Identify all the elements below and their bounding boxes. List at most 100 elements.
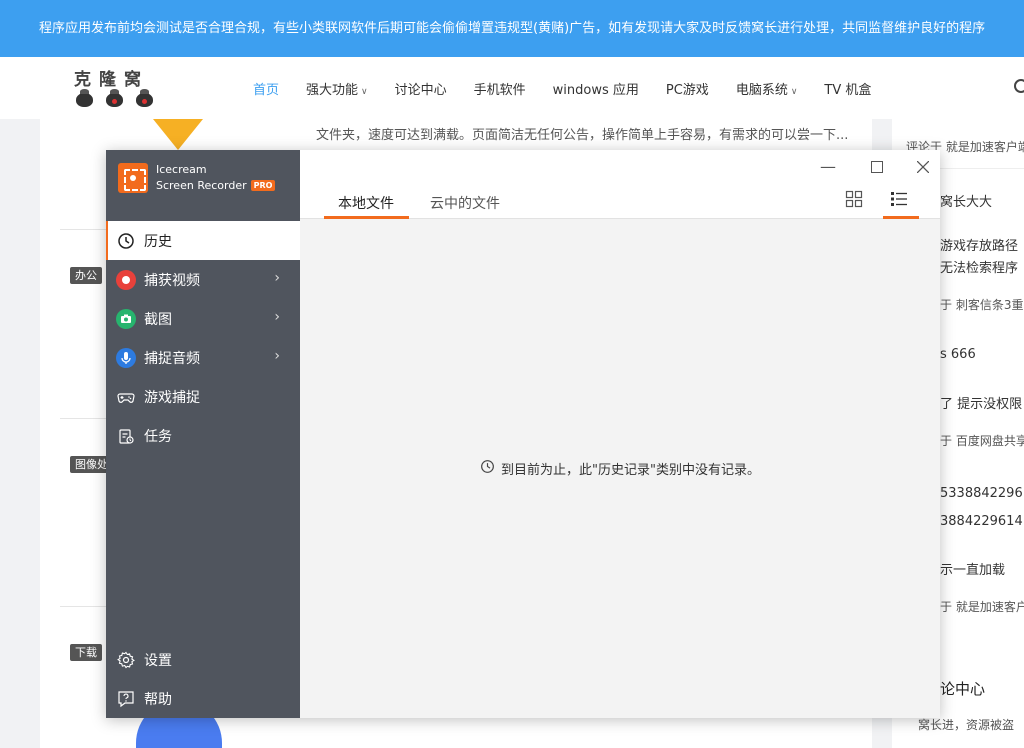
site-notice-text: 程序应用发布前均会测试是否合理合规，有些小类联网软件后期可能会偷偷增置违规型(黄… <box>39 21 986 36</box>
nav-label: 讨论中心 <box>394 82 447 98</box>
nav-item-windows[interactable]: windows 应用 <box>553 79 639 98</box>
nav-label: 电脑系统 <box>735 82 788 98</box>
maximize-button[interactable] <box>866 156 888 178</box>
app-menu-bottom: 设置 帮助 <box>106 640 300 718</box>
task-icon <box>116 426 136 446</box>
divider <box>60 229 106 230</box>
menu-item-help[interactable]: 帮助 <box>106 679 300 718</box>
logo-bugs-icon <box>74 89 164 107</box>
chevron-right-icon: › <box>274 270 280 286</box>
comment-item[interactable]: 游戏存放路径 <box>940 235 1024 254</box>
comment-item[interactable]: 示一直加载 <box>940 559 1024 578</box>
gamepad-icon <box>116 387 136 407</box>
menu-label: 捕获视频 <box>144 272 200 289</box>
comment-item[interactable]: 3884229614... <box>940 514 1024 529</box>
close-button[interactable] <box>912 156 934 178</box>
menu-item-game-capture[interactable]: 游戏捕捉 <box>106 377 300 416</box>
nav-label: TV 机盒 <box>824 82 872 98</box>
list-view-button[interactable] <box>883 190 919 219</box>
nav-item-features[interactable]: 强大功能 ∨ <box>306 79 368 98</box>
site-logo[interactable]: 克隆窝 <box>74 65 164 113</box>
app-window: Icecream Screen Recorder PRO 历史 捕获视频 › 截图 <box>106 150 940 718</box>
record-icon <box>116 269 136 290</box>
tab-active-indicator <box>324 216 409 219</box>
nav-item-os[interactable]: 电脑系统 ∨ <box>736 79 798 98</box>
menu-label: 游戏捕捉 <box>144 389 200 406</box>
menu-item-capture-audio[interactable]: 捕捉音频 › <box>106 338 300 377</box>
nav-label: windows 应用 <box>552 82 639 98</box>
comment-item[interactable]: 533884229614 <box>940 486 1024 501</box>
site-nav: 首页 强大功能 ∨ 讨论中心 手机软件 windows 应用 PC游戏 电脑系统 ∨… <box>253 57 898 119</box>
nav-label: PC游戏 <box>665 82 709 98</box>
comment-item[interactable]: 于 就是加速客户端 <box>940 598 1024 615</box>
chevron-right-icon: › <box>274 309 280 325</box>
nav-item-home[interactable]: 首页 <box>253 79 279 98</box>
clock-icon <box>480 459 495 478</box>
category-tag[interactable]: 下载 <box>70 644 102 661</box>
chevron-down-icon: ∨ <box>361 86 368 97</box>
empty-state-message: 到目前为止，此"历史记录"类别中没有记录。 <box>501 463 760 478</box>
nav-item-discussion[interactable]: 讨论中心 <box>395 79 447 98</box>
divider <box>60 418 106 419</box>
site-logo-text: 克隆窝 <box>74 70 149 90</box>
article-snippet: 文件夹，速度可达到满载。页面简洁无任何公告，操作简单上手容易，有需求的可以尝一下… <box>316 128 849 143</box>
section-title: 论中心 <box>940 680 986 698</box>
comment-item[interactable]: 于 刺客信条3重制 <box>940 296 1024 313</box>
menu-label: 帮助 <box>144 691 172 708</box>
menu-item-screenshot[interactable]: 截图 › <box>106 299 300 338</box>
tab-label: 本地文件 <box>338 196 394 212</box>
nav-label: 手机软件 <box>473 82 526 98</box>
menu-item-settings[interactable]: 设置 <box>106 640 300 679</box>
grid-view-button[interactable] <box>845 190 867 212</box>
divider <box>60 606 106 607</box>
menu-label: 历史 <box>144 233 172 250</box>
menu-label: 截图 <box>144 311 172 328</box>
bug-icon <box>106 89 123 107</box>
menu-item-history[interactable]: 历史 <box>106 221 300 260</box>
bug-icon <box>76 89 93 107</box>
search-icon[interactable] <box>1014 79 1024 93</box>
comment-item[interactable]: 无法检索程序 <box>940 257 1024 276</box>
app-brand: Icecream Screen Recorder PRO <box>118 162 276 194</box>
app-main: — 本地文件 云中的文件 到目前为止，此"历史记录"类别中没有记录。 <box>300 150 940 718</box>
app-sidebar: Icecream Screen Recorder PRO 历史 捕获视频 › 截图 <box>106 150 300 718</box>
menu-label: 捕捉音频 <box>144 350 200 367</box>
bug-icon <box>136 89 153 107</box>
nav-item-mobile[interactable]: 手机软件 <box>474 79 526 98</box>
nav-item-pc-games[interactable]: PC游戏 <box>666 79 709 98</box>
tab-cloud-files[interactable]: 云中的文件 <box>430 193 500 213</box>
menu-label: 任务 <box>144 428 172 445</box>
nav-label: 首页 <box>253 82 280 98</box>
tab-label: 云中的文件 <box>430 196 500 212</box>
gear-icon <box>116 650 136 670</box>
menu-item-tasks[interactable]: 任务 <box>106 416 300 455</box>
camera-icon <box>116 308 136 329</box>
nav-label: 强大功能 <box>306 82 359 98</box>
brand-line1: Icecream <box>156 163 207 176</box>
menu-item-capture-video[interactable]: 捕获视频 › <box>106 260 300 299</box>
app-menu: 历史 捕获视频 › 截图 › 捕捉音频 › 游戏捕捉 任务 <box>106 221 300 455</box>
app-logo-icon <box>118 163 148 193</box>
brand-line2: Screen Recorder <box>156 179 247 192</box>
comment-author[interactable]: 窝长大大 <box>940 191 1024 210</box>
chevron-down-icon: ∨ <box>790 86 798 97</box>
empty-state: 到目前为止，此"历史记录"类别中没有记录。 <box>300 459 940 478</box>
app-brand-name: Icecream Screen Recorder PRO <box>156 162 276 194</box>
help-icon <box>116 689 136 709</box>
pro-badge: PRO <box>250 180 276 191</box>
minimize-button[interactable]: — <box>817 156 839 178</box>
tab-local-files[interactable]: 本地文件 <box>338 193 394 213</box>
comment-item[interactable]: 窝长进，资源被盗 <box>918 716 1024 733</box>
comment-item[interactable]: 于 百度网盘共享 <box>940 432 1024 449</box>
clock-icon <box>116 231 136 251</box>
comment-item[interactable]: s 666 <box>940 347 1024 362</box>
microphone-icon <box>116 347 136 368</box>
app-topbar: — 本地文件 云中的文件 <box>300 150 940 219</box>
comment-item[interactable]: 了 提示没权限 <box>940 393 1024 412</box>
chevron-right-icon: › <box>274 348 280 364</box>
site-header: 克隆窝 首页 强大功能 ∨ 讨论中心 手机软件 windows 应用 PC游戏 电… <box>0 57 1024 119</box>
nav-item-tv[interactable]: TV 机盒 <box>824 79 871 98</box>
site-notice-bar: 程序应用发布前均会测试是否合理合规，有些小类联网软件后期可能会偷偷增置违规型(黄… <box>0 0 1024 57</box>
grid-icon <box>845 190 863 208</box>
category-tag[interactable]: 办公 <box>70 267 102 284</box>
